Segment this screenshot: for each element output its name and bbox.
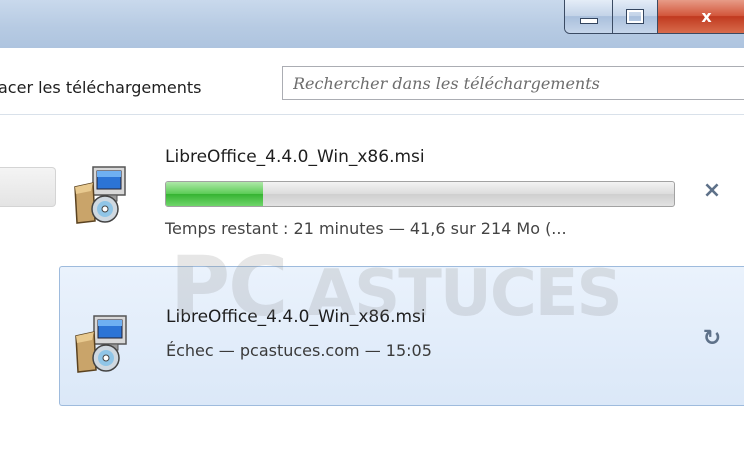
clear-downloads-link[interactable]: acer les téléchargements [0, 78, 201, 97]
minimize-button[interactable] [565, 0, 613, 33]
download-progress-fill [166, 182, 263, 206]
msi-installer-icon [74, 166, 126, 224]
download-item-selected[interactable]: LibreOffice_4.4.0_Win_x86.msi Échec — pc… [59, 266, 744, 406]
left-pane-item[interactable] [0, 167, 56, 207]
cancel-icon: × [702, 178, 722, 203]
left-pane [0, 115, 58, 462]
download-status: Échec — pcastuces.com — 15:05 [166, 341, 432, 360]
download-item[interactable]: LibreOffice_4.4.0_Win_x86.msi Temps rest… [59, 115, 744, 261]
window-caption-buttons: x [564, 0, 744, 34]
downloads-list: LibreOffice_4.4.0_Win_x86.msi Temps rest… [59, 115, 744, 462]
search-downloads-input[interactable] [282, 66, 744, 100]
retry-icon: ↻ [702, 326, 722, 351]
minimize-icon [579, 18, 598, 24]
download-progress-bar [165, 181, 675, 207]
retry-download-button[interactable]: ↻ [698, 326, 726, 354]
close-button[interactable]: x [658, 0, 744, 33]
download-filename[interactable]: LibreOffice_4.4.0_Win_x86.msi [165, 147, 425, 167]
download-filename[interactable]: LibreOffice_4.4.0_Win_x86.msi [166, 307, 426, 327]
window-title-bar: x [0, 0, 744, 49]
download-status: Temps restant : 21 minutes — 41,6 sur 21… [165, 219, 567, 238]
maximize-icon [626, 8, 644, 24]
maximize-button[interactable] [613, 0, 658, 33]
cancel-download-button[interactable]: × [700, 178, 724, 204]
msi-installer-icon [75, 315, 127, 373]
close-icon: x [701, 6, 712, 26]
